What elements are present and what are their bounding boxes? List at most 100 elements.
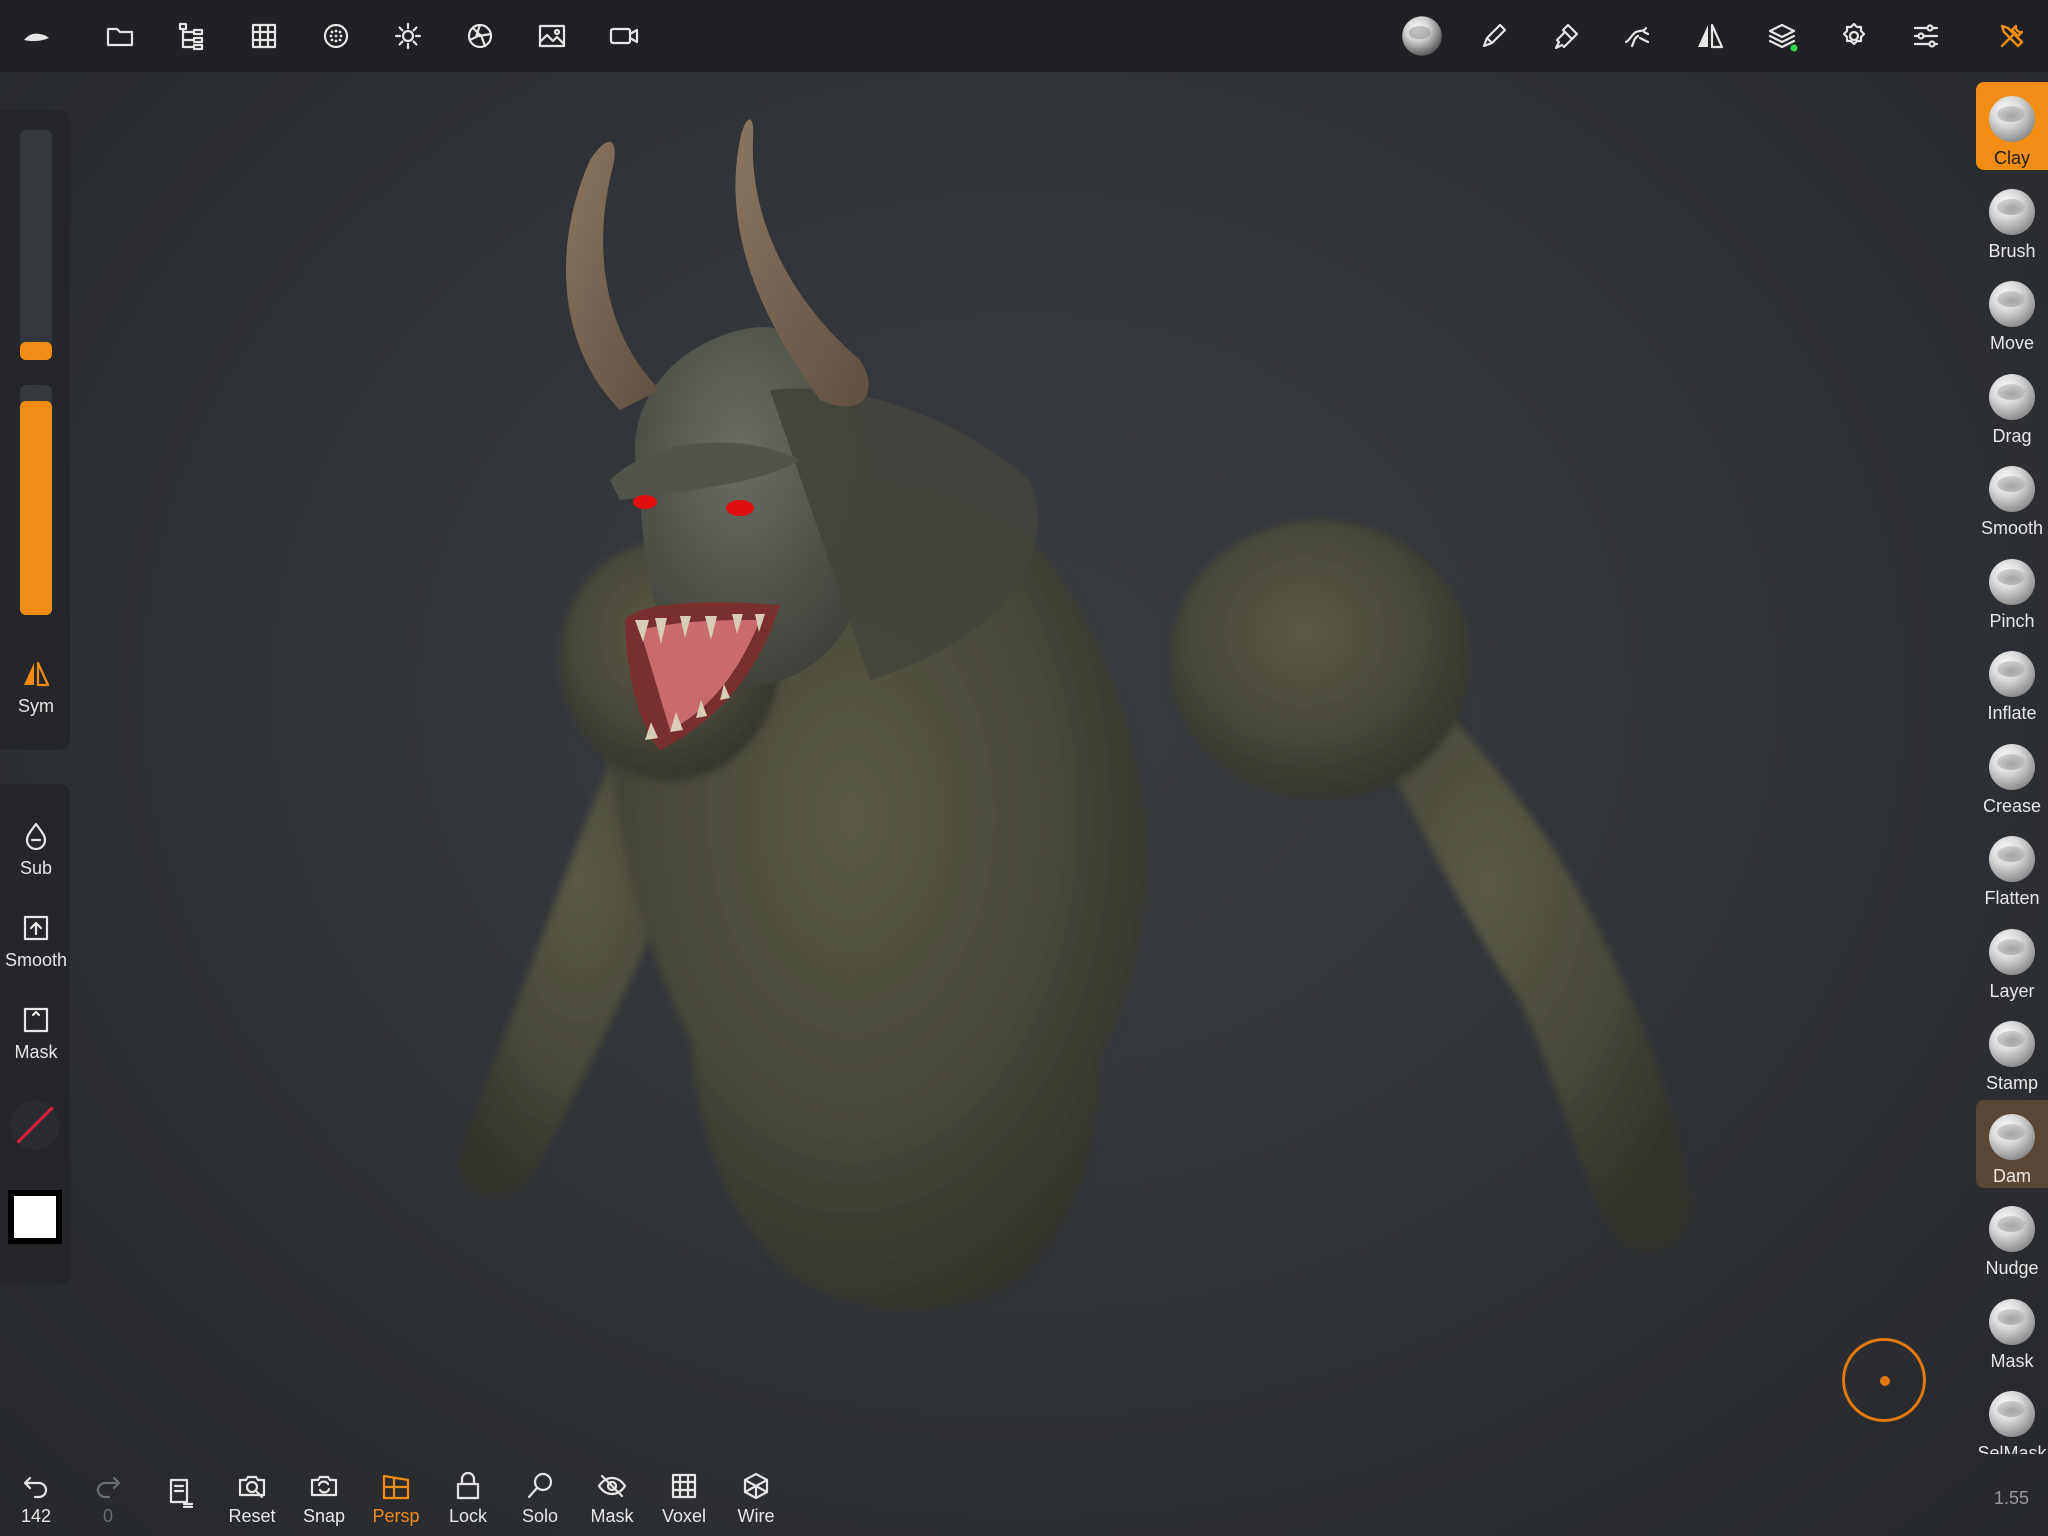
- brush-smooth[interactable]: Smooth: [1976, 452, 2048, 540]
- symmetry-button[interactable]: Sym: [0, 658, 72, 717]
- brush-sphere-icon: [1989, 1113, 2035, 1160]
- persp-button[interactable]: Persp: [364, 1470, 428, 1527]
- left-secondary-panel: Sub Smooth Mask: [0, 784, 70, 1284]
- sliders-icon[interactable]: [1902, 12, 1950, 60]
- wireframe-icon: [743, 1472, 769, 1500]
- brush-pinch[interactable]: Pinch: [1976, 545, 2048, 633]
- smooth-shortcut-button[interactable]: Smooth: [0, 912, 72, 971]
- brush-label: Crease: [1982, 795, 2042, 816]
- aperture-icon[interactable]: [456, 12, 504, 60]
- brush-label: Smooth: [1980, 518, 2044, 538]
- brush-label: SelMask: [1977, 1443, 2047, 1454]
- layers-icon[interactable]: [1758, 12, 1806, 60]
- mask-shortcut-button[interactable]: Mask: [0, 1004, 72, 1063]
- matcap-icon[interactable]: [312, 12, 360, 60]
- smooth-label: Smooth: [4, 950, 68, 970]
- snap-button[interactable]: Snap: [292, 1470, 356, 1527]
- brush-sphere-icon: [1989, 836, 2035, 882]
- notes-icon: [169, 1478, 194, 1508]
- brush-sphere-icon: [1989, 651, 2035, 697]
- brush-layer[interactable]: Layer: [1976, 915, 2048, 1003]
- undo-count: 142: [20, 1506, 52, 1526]
- brush-sphere-icon: [1989, 373, 2035, 420]
- pose-icon[interactable]: [1614, 12, 1662, 60]
- brush-label: Move: [1989, 333, 2034, 353]
- camera-reset-icon: [238, 1475, 266, 1499]
- brush-sphere-icon: [1989, 1021, 2035, 1067]
- view-gizmo-button[interactable]: [1842, 1338, 1926, 1422]
- undo-button[interactable]: 142: [4, 1470, 68, 1527]
- brush-label: Nudge: [1985, 1258, 2039, 1278]
- brush-nudge[interactable]: Nudge: [1976, 1192, 2048, 1280]
- logo-icon[interactable]: [12, 12, 60, 60]
- material-sphere-icon[interactable]: [1398, 12, 1446, 60]
- white-swatch-fill: [14, 1196, 56, 1238]
- camera-icon[interactable]: [600, 12, 648, 60]
- brush-clay[interactable]: Clay: [1976, 82, 2048, 170]
- symmetry-icon[interactable]: [1686, 12, 1734, 60]
- solo-label: Solo: [521, 1506, 559, 1526]
- solo-button[interactable]: Solo: [508, 1470, 572, 1527]
- color-swatch-white[interactable]: [8, 1190, 62, 1244]
- brush-label: Inflate: [1987, 703, 2037, 723]
- reset-label: Reset: [228, 1506, 276, 1526]
- mask-visibility-button[interactable]: Mask: [580, 1470, 644, 1527]
- symmetry-icon: [24, 661, 50, 687]
- brush-flatten[interactable]: Flatten: [1976, 822, 2048, 910]
- scene-tree-icon[interactable]: [168, 12, 216, 60]
- brush-label: Brush: [1988, 240, 2036, 261]
- brush-drag[interactable]: Drag: [1976, 360, 2048, 448]
- brush-label: Mask: [1990, 1350, 2034, 1371]
- image-icon[interactable]: [528, 12, 576, 60]
- tools-icon[interactable]: [1988, 12, 2036, 60]
- brush-label: Clay: [1993, 148, 2030, 168]
- brush-brush[interactable]: Brush: [1976, 175, 2048, 263]
- mask-box-icon: [23, 1007, 49, 1033]
- reset-button[interactable]: Reset: [220, 1470, 284, 1527]
- redo-button[interactable]: 0: [76, 1470, 140, 1527]
- brush-sphere-icon: [1989, 188, 2035, 235]
- intensity-slider-fill: [20, 401, 52, 615]
- brush-sphere-icon: [1989, 1298, 2035, 1345]
- sculpt-model: [458, 119, 1692, 1311]
- no-color-swatch[interactable]: [10, 1100, 60, 1150]
- voxel-label: Voxel: [661, 1506, 707, 1526]
- brush-label: Pinch: [1989, 610, 2035, 631]
- settings-icon[interactable]: [1830, 12, 1878, 60]
- brush-sphere-icon: [1989, 1391, 2035, 1437]
- folder-icon[interactable]: [96, 12, 144, 60]
- brush-dam[interactable]: Dam: [1976, 1099, 2048, 1188]
- brush-stamp[interactable]: Stamp: [1976, 1007, 2048, 1095]
- brush-label: Flatten: [1984, 888, 2040, 908]
- lock-button[interactable]: Lock: [436, 1470, 500, 1527]
- grid-icon[interactable]: [240, 12, 288, 60]
- intensity-slider[interactable]: [20, 385, 52, 615]
- brush-move[interactable]: Move: [1976, 267, 2048, 355]
- wire-button[interactable]: Wire: [724, 1470, 788, 1527]
- redo-icon: [96, 1476, 121, 1499]
- brush-label: Stamp: [1985, 1073, 2039, 1093]
- brush-inflate[interactable]: Inflate: [1976, 637, 2048, 725]
- brush-sphere-icon: [1989, 1206, 2035, 1252]
- brush-label: Dam: [1992, 1165, 2031, 1186]
- brush-selmask[interactable]: SelMask: [1976, 1377, 2048, 1454]
- notes-button[interactable]: [148, 1476, 212, 1508]
- 3d-viewport[interactable]: [440, 100, 1740, 1480]
- sub-button[interactable]: Sub: [0, 820, 72, 879]
- radius-slider[interactable]: [20, 130, 52, 360]
- brush-label: Drag: [1992, 425, 2032, 446]
- lock-label: Lock: [448, 1506, 488, 1526]
- voxel-button[interactable]: Voxel: [652, 1470, 716, 1527]
- light-icon[interactable]: [384, 12, 432, 60]
- brush-sphere-icon: [1989, 743, 2035, 790]
- brush-crease[interactable]: Crease: [1976, 730, 2048, 818]
- brush-mask[interactable]: Mask: [1976, 1285, 2048, 1373]
- brush-panel: Clay Brush Move Drag Smooth Pinch Inflate Creas…: [1976, 82, 2048, 1454]
- symmetry-label: Sym: [18, 696, 54, 716]
- paint-icon[interactable]: [1542, 12, 1590, 60]
- eye-off-icon: [597, 1474, 627, 1498]
- voxel-grid-icon: [671, 1473, 697, 1499]
- bottom-toolbar: 142 0 Reset Snap Persp Lock Solo Mask Vo…: [0, 1456, 800, 1536]
- pen-icon[interactable]: [1470, 12, 1518, 60]
- sub-label: Sub: [19, 858, 53, 878]
